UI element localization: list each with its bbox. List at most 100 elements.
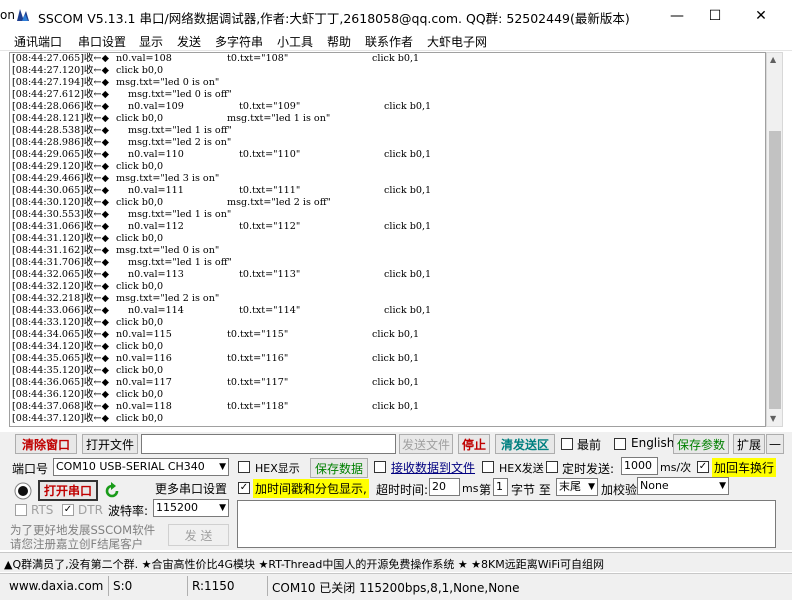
log-field-1: n0.val=108 <box>116 53 172 64</box>
log-timestamp: [08:44:28.066]收←◆ <box>12 101 109 112</box>
menu-send[interactable]: 发送 <box>177 33 201 50</box>
menu-daxia-site[interactable]: 大虾电子网 <box>427 33 487 50</box>
log-timestamp: [08:44:35.120]收←◆ <box>12 365 109 376</box>
timed-interval-input[interactable]: 1000 <box>621 457 658 475</box>
save-params-button[interactable]: 保存参数 <box>673 434 729 454</box>
log-field-3: click b0,1 <box>372 329 420 340</box>
log-field-3: click b0,1 <box>384 305 432 316</box>
log-field-1: n0.val=113 <box>128 269 184 280</box>
log-field-1: msg.txt="led 1 is on" <box>128 209 232 220</box>
send-button[interactable]: 发 送 <box>168 524 229 546</box>
log-field-1: msg.txt="led 1 is off" <box>128 125 232 136</box>
recv-to-file-checkbox[interactable] <box>374 461 386 473</box>
save-data-button[interactable]: 保存数据 <box>310 458 368 478</box>
log-scrollbar[interactable]: ▲ ▼ <box>766 52 783 427</box>
log-timestamp: [08:44:27.612]收←◆ <box>12 89 109 100</box>
hex-send-checkbox[interactable] <box>482 461 494 473</box>
log-field-1: msg.txt="led 0 is on" <box>116 245 220 256</box>
log-field-2: t0.txt="108" <box>227 53 289 64</box>
scroll-down-icon[interactable]: ▼ <box>770 414 776 423</box>
byte-end-select[interactable]: 末尾 ▼ <box>556 478 598 496</box>
log-timestamp: [08:44:30.120]收←◆ <box>12 197 109 208</box>
maximize-button[interactable]: ☐ <box>692 0 738 31</box>
refresh-icon[interactable] <box>103 482 121 500</box>
log-field-1: msg.txt="led 0 is on" <box>116 77 220 88</box>
rts-checkbox[interactable] <box>15 504 27 516</box>
menu-contact-author[interactable]: 联系作者 <box>365 33 413 50</box>
log-field-2: t0.txt="112" <box>239 221 301 232</box>
log-field-1: n0.val=114 <box>128 305 184 316</box>
file-path-input[interactable] <box>141 434 396 454</box>
menu-help[interactable]: 帮助 <box>327 33 351 50</box>
window-title: SSCOM V5.13.1 串口/网络数据调试器,作者:大虾丁丁,2618058… <box>38 11 630 26</box>
chevron-down-icon: ▼ <box>219 462 226 472</box>
always-on-top-checkbox[interactable] <box>561 438 573 450</box>
stop-button[interactable]: 停止 <box>458 434 490 454</box>
menu-multi-string[interactable]: 多字符串 <box>215 33 263 50</box>
menu-tools[interactable]: 小工具 <box>277 33 313 50</box>
ad-text[interactable]: ▲Q群满员了,没有第二个群. ★合宙高性价比4G模块 ★RT-Thread中国人… <box>4 556 604 572</box>
log-timestamp: [08:44:27.194]收←◆ <box>12 77 109 88</box>
chevron-down-icon: ▼ <box>719 481 726 491</box>
log-field-2: t0.txt="111" <box>239 185 301 196</box>
status-bar: www.daxia.com S:0 R:1150 COM10 已关闭 11520… <box>0 573 792 600</box>
menu-serial-settings[interactable]: 串口设置 <box>78 33 126 50</box>
timed-send-checkbox[interactable] <box>546 461 558 473</box>
send-text-area[interactable] <box>237 500 776 548</box>
log-field-3: click b0,1 <box>384 269 432 280</box>
timestamp-checkbox[interactable] <box>238 482 250 494</box>
log-field-3: click b0,1 <box>372 353 420 364</box>
menu-comm-port[interactable]: 通讯端口 <box>14 33 62 50</box>
expand-button[interactable]: 扩展 <box>733 434 765 454</box>
log-field-1: click b0,0 <box>116 197 164 208</box>
scroll-up-icon[interactable]: ▲ <box>770 55 776 64</box>
port-select[interactable]: COM10 USB-SERIAL CH340 ▼ <box>53 458 229 476</box>
settings-panel: 端口号 COM10 USB-SERIAL CH340 ▼ HEX显示 保存数据 接… <box>0 456 792 551</box>
log-field-1: click b0,0 <box>116 233 164 244</box>
hex-display-label: HEX显示 <box>255 462 300 475</box>
menu-display[interactable]: 显示 <box>139 33 163 50</box>
open-port-button[interactable]: 打开串口 <box>38 480 98 501</box>
log-timestamp: [08:44:36.065]收←◆ <box>12 377 109 388</box>
dtr-checkbox[interactable] <box>62 504 74 516</box>
send-file-button[interactable]: 发送文件 <box>399 434 453 454</box>
rts-label: RTS <box>31 503 54 517</box>
log-timestamp: [08:44:28.986]收←◆ <box>12 137 109 148</box>
timeout-input[interactable]: 20 <box>429 478 460 496</box>
log-field-3: click b0,1 <box>372 377 420 388</box>
log-field-1: click b0,0 <box>116 161 164 172</box>
open-file-button[interactable]: 打开文件 <box>82 434 138 454</box>
timeout-label: 超时时间: <box>376 483 429 497</box>
ad-bar: ▲Q群满员了,没有第二个群. ★合宙高性价比4G模块 ★RT-Thread中国人… <box>0 552 792 572</box>
dtr-label: DTR <box>78 503 103 517</box>
always-on-top-label: 最前 <box>577 438 602 452</box>
hex-display-checkbox[interactable] <box>238 461 250 473</box>
checksum-select[interactable]: None ▼ <box>637 477 729 495</box>
more-port-settings-button[interactable]: 更多串口设置 <box>153 478 229 498</box>
log-field-1: n0.val=111 <box>128 185 184 196</box>
log-timestamp: [08:44:31.120]收←◆ <box>12 233 109 244</box>
append-newline-checkbox[interactable] <box>697 461 709 473</box>
english-checkbox[interactable] <box>614 438 626 450</box>
receive-log[interactable]: [08:44:27.065]收←◆ n0.val=108 t0.txt="108" c… <box>9 52 766 427</box>
timeout-unit: ms <box>462 482 479 495</box>
log-field-3: click b0,1 <box>384 221 432 232</box>
log-field-1: n0.val=116 <box>116 353 172 364</box>
recv-to-file-label[interactable]: 接收数据到文件 <box>391 459 475 476</box>
log-timestamp: [08:44:33.120]收←◆ <box>12 317 109 328</box>
clear-send-button[interactable]: 清发送区 <box>495 434 555 454</box>
clear-window-button[interactable]: 清除窗口 <box>15 434 77 454</box>
log-field-1: msg.txt="led 1 is off" <box>128 257 232 268</box>
close-button[interactable]: ✕ <box>738 0 784 31</box>
append-newline-label: 加回车换行 <box>712 458 777 477</box>
baud-label: 波特率: <box>108 504 149 518</box>
byte-end-value: 末尾 <box>559 480 581 493</box>
collapse-button[interactable]: — <box>766 434 784 454</box>
status-port-state: COM10 已关闭 115200bps,8,1,None,None <box>272 581 520 595</box>
chevron-down-icon: ▼ <box>219 503 226 513</box>
byte-start-input[interactable]: 1 <box>493 478 508 496</box>
log-timestamp: [08:44:32.120]收←◆ <box>12 281 109 292</box>
log-field-2: t0.txt="118" <box>227 401 289 412</box>
baud-select[interactable]: 115200 ▼ <box>153 499 229 517</box>
scrollbar-thumb[interactable] <box>769 131 781 409</box>
